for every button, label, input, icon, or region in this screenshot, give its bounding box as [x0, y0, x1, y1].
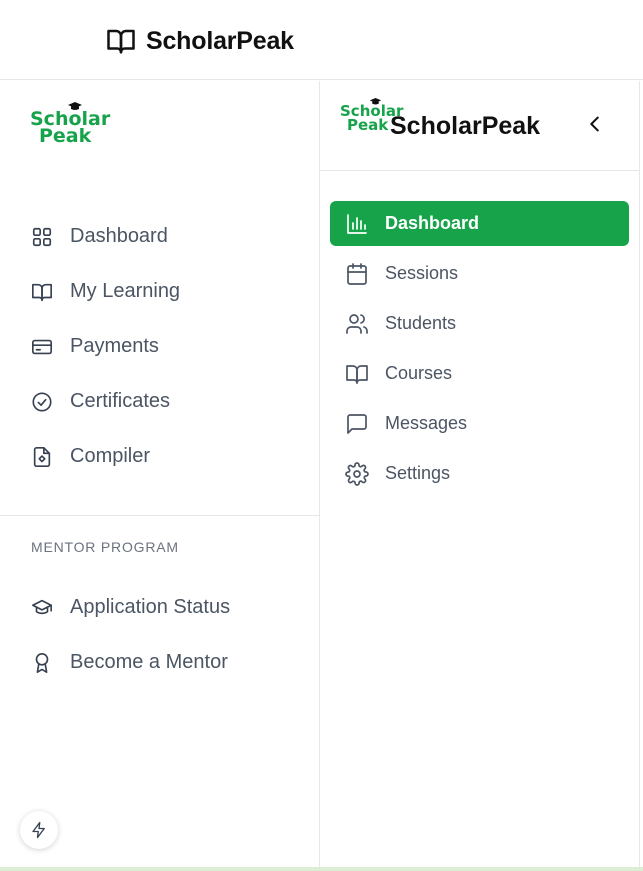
nav-item-label: Certificates [70, 390, 171, 412]
gear-icon [345, 461, 369, 486]
logo-text: Peak [39, 125, 92, 148]
bolt-icon [32, 821, 45, 839]
message-square-icon [347, 413, 367, 434]
nav-item-become-a-mentor[interactable]: Become a Mentor [0, 635, 320, 690]
left-sidebar: Sch olar Peak Dashboard My Learning Payme… [0, 81, 320, 871]
bar-chart-icon [347, 213, 367, 234]
nav-item-sessions[interactable]: Sessions [330, 251, 629, 296]
section-divider [0, 515, 320, 516]
nav-item-application-status[interactable]: Application Status [0, 580, 320, 635]
top-bar: ScholarPeak [0, 0, 643, 80]
users-icon [346, 313, 368, 334]
logo-cap-letter: o [370, 97, 382, 119]
top-brand[interactable]: ScholarPeak [106, 26, 294, 56]
mentor-dashboard-nav: Dashboard Sessions Students Courses Mess… [330, 201, 629, 501]
nav-item-label: Dashboard [385, 213, 480, 233]
nav-item-settings[interactable]: Settings [330, 451, 629, 496]
check-circle-icon [32, 391, 52, 412]
scholarpeak-logo[interactable]: Sch olar Peak [30, 102, 110, 148]
nav-item-label: Messages [385, 413, 468, 433]
book-open-icon [107, 29, 135, 54]
section-title-mentor-program: MENTOR PROGRAM [31, 539, 179, 555]
nav-item-label: Sessions [385, 263, 459, 283]
nav-item-courses[interactable]: Courses [330, 351, 629, 396]
nav-item-payments[interactable]: Payments [0, 319, 320, 374]
book-open-icon [346, 364, 368, 384]
chevron-left-icon [590, 116, 599, 132]
book-open-icon [32, 283, 52, 301]
right-sidebar: Sch olar Peak ScholarPeak Dashboard Sessi… [320, 81, 640, 871]
graduation-cap-icon [32, 599, 52, 614]
nav-item-my-learning[interactable]: My Learning [0, 264, 320, 319]
nav-item-label: Dashboard [70, 225, 168, 247]
collapse-sidebar-button[interactable] [584, 113, 606, 135]
nav-item-dashboard[interactable]: Dashboard [0, 209, 320, 264]
nav-item-label: Payments [70, 335, 159, 357]
graduation-cap-icon [370, 97, 382, 105]
quick-action-button[interactable] [20, 811, 58, 849]
nav-item-label: Become a Mentor [70, 651, 228, 673]
brand-name: ScholarPeak [146, 26, 294, 55]
main-nav: Dashboard My Learning Payments Certifica… [0, 209, 320, 484]
credit-card-icon [32, 339, 52, 354]
nav-item-label: My Learning [70, 280, 181, 302]
sidebar-header: Sch olar Peak ScholarPeak [320, 81, 639, 171]
nav-item-label: Compiler [70, 445, 151, 467]
nav-item-students[interactable]: Students [330, 301, 629, 346]
nav-item-messages[interactable]: Messages [330, 401, 629, 446]
nav-item-label: Settings [385, 463, 451, 483]
nav-item-certificates[interactable]: Certificates [0, 374, 320, 429]
grid-icon [32, 227, 52, 246]
graduation-cap-icon [68, 102, 83, 110]
award-icon [35, 652, 49, 673]
sidebar-title: ScholarPeak [390, 112, 541, 140]
bottom-edge [0, 867, 643, 871]
nav-item-compiler[interactable]: Compiler [0, 429, 320, 484]
nav-item-label: Application Status [70, 596, 231, 618]
mentor-nav: Application Status Become a Mentor [0, 580, 320, 690]
calendar-icon [347, 262, 367, 285]
nav-item-label: Courses [385, 363, 453, 383]
logo-cap-letter: o [68, 102, 83, 129]
nav-item-dashboard[interactable]: Dashboard [330, 201, 629, 246]
file-code-icon [33, 446, 51, 467]
nav-item-label: Students [385, 313, 457, 333]
